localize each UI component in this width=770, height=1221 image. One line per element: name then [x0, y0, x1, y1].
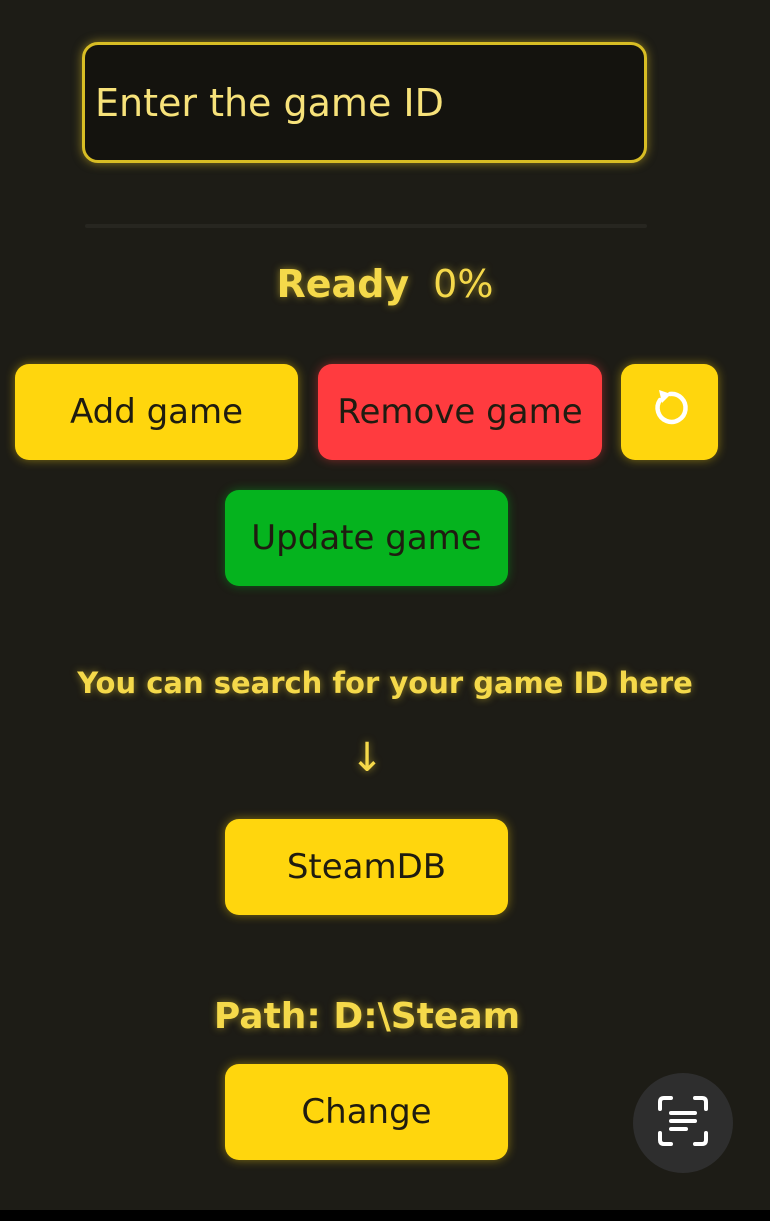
text-scan-button[interactable] [633, 1073, 733, 1173]
add-game-label: Add game [69, 392, 244, 432]
divider [85, 224, 647, 228]
path-label: Path: D:\Steam [213, 996, 521, 1037]
change-label: Change [301, 1092, 432, 1132]
remove-game-label: Remove game [337, 392, 583, 432]
remove-game-button[interactable]: Remove game [318, 364, 602, 460]
steamdb-label: SteamDB [286, 847, 447, 887]
status-text: Ready [276, 262, 410, 306]
refresh-button[interactable] [621, 364, 718, 460]
update-game-button[interactable]: Update game [225, 490, 508, 586]
add-game-button[interactable]: Add game [15, 364, 298, 460]
status-line: Ready 0% [0, 262, 770, 306]
game-id-field[interactable] [82, 42, 647, 163]
text-scan-icon [656, 1094, 710, 1152]
game-id-input[interactable] [85, 45, 644, 160]
refresh-icon [647, 385, 693, 440]
steamdb-button[interactable]: SteamDB [225, 819, 508, 915]
update-game-label: Update game [251, 518, 482, 558]
bottom-bar [0, 1210, 770, 1221]
progress-percent: 0% [433, 262, 494, 306]
change-path-button[interactable]: Change [225, 1064, 508, 1160]
search-hint: You can search for your game ID here [77, 666, 693, 700]
down-arrow-icon: ↓ [350, 735, 384, 781]
